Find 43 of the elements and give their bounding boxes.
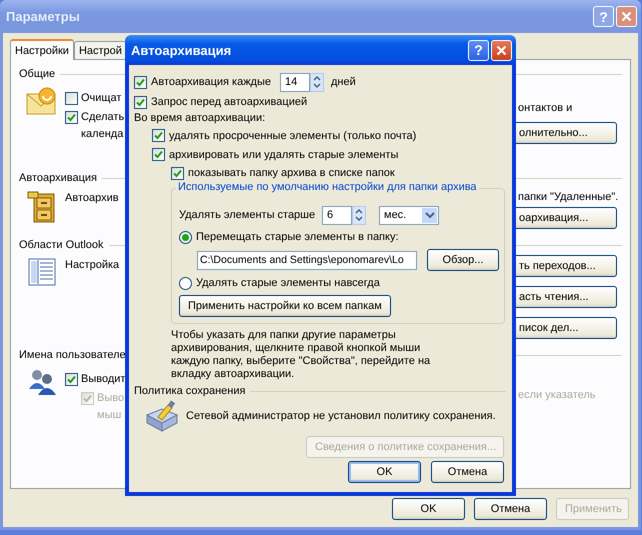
checkbox[interactable]: Выводит (65, 371, 123, 387)
dialog-button[interactable]: Отмена (431, 461, 504, 483)
tab[interactable]: Настройки (10, 39, 74, 60)
option-text: онтактов и (517, 102, 572, 114)
dialog-button[interactable]: Отмена (474, 498, 547, 520)
policy-text: Сетевой администратор не установил политику сохранения. (186, 410, 496, 422)
unit-label: дней (331, 76, 356, 88)
checkbox[interactable]: Запрос перед автоархивацией (134, 94, 308, 110)
radio-label[interactable]: Удалять старые элементы навсегда (196, 277, 380, 289)
checkbox[interactable]: Автоархивация каждые (134, 74, 280, 90)
window-title: Параметры (6, 9, 80, 24)
option-text: папки "Удаленные". (517, 191, 618, 203)
field-label: Удалять элементы старше (179, 209, 316, 221)
section-label: Политика сохранения (134, 385, 246, 397)
group-legend: Используемые по умолчанию настройки для папки архива (176, 181, 479, 193)
option-text: мыш (96, 409, 122, 422)
section-label: Области Outlook (19, 239, 104, 251)
unit-dropdown[interactable]: мес. (379, 206, 439, 224)
section-label: Автоархивация (19, 172, 97, 184)
section-label: Во время автоархивации: (134, 112, 266, 124)
radio-label[interactable]: Перемещать старые элементы в папку: (196, 231, 399, 243)
checkbox[interactable]: удалять просроченные элементы (только почта) (152, 126, 416, 145)
section-label: Общие (19, 68, 56, 80)
option-text: если указатель (517, 389, 596, 401)
tab[interactable]: Настрой (74, 41, 127, 59)
apply-all-button[interactable]: Применить настройки ко всем папкам (179, 295, 391, 317)
checkbox[interactable]: архивировать или удалять старые элементы (152, 145, 398, 164)
dialog-button[interactable]: OK (392, 498, 465, 520)
hint-text: Чтобы указать для папки другие параметры архивирования, щелкните правой кнопкой мыши каждую папку, выберите "Свойства", перейдите на вкладку автоархивации. (171, 329, 432, 381)
checkbox[interactable]: Очищат (65, 90, 123, 106)
checkbox[interactable]: Сделать (65, 109, 123, 125)
option-text: Настройка (65, 259, 120, 272)
window-title: Автоархивация (131, 42, 232, 58)
checkbox[interactable]: показывать папку архива в списке папок (171, 164, 395, 182)
browse-button[interactable]: Обзор... (427, 249, 499, 271)
option-text: календа (80, 128, 123, 141)
section-label: Имена пользователе (19, 349, 126, 361)
dialog-button[interactable]: OK (348, 461, 421, 483)
help-button[interactable]: ? (468, 40, 489, 60)
number-field[interactable]: 14 (280, 72, 310, 92)
number-field[interactable]: 6 (322, 206, 352, 224)
folder-path-field[interactable]: C:\Documents and Settings\eponomarev\Lo (197, 250, 417, 270)
option-text: Автоархив (65, 192, 120, 205)
